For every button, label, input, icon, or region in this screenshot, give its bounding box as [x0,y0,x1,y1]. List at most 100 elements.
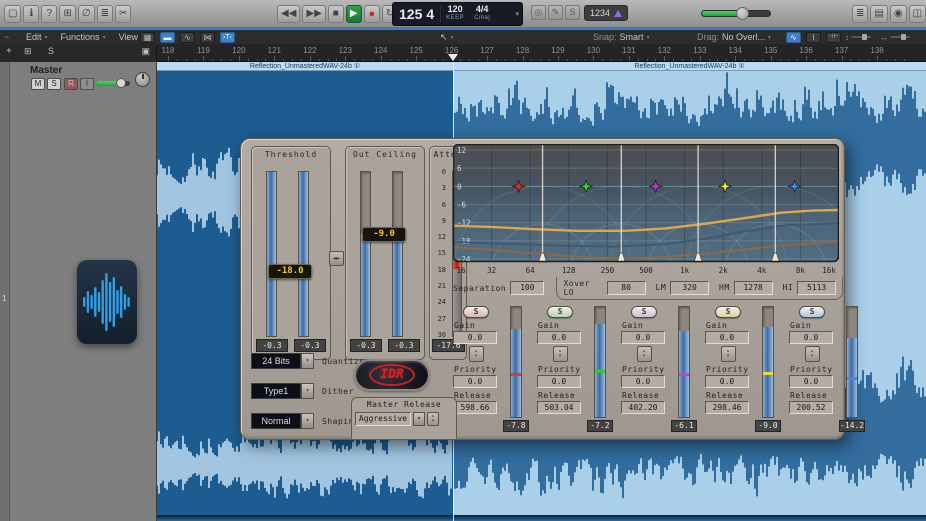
waveform-zoom-icon[interactable]: ∿ [786,32,801,43]
band-4-gain[interactable]: 0.0 [705,331,749,344]
band-5-gain[interactable]: 0.0 [789,331,833,344]
band-5-release[interactable]: 200.52 [789,401,833,414]
stop-button[interactable]: ■ [328,5,344,23]
input-monitor-button[interactable]: I [80,78,94,90]
playhead-marker[interactable] [448,54,458,61]
band-2-gain[interactable]: 0.0 [537,331,581,344]
cut-icon[interactable]: ✂ [115,5,131,23]
info-icon[interactable]: ℹ [23,5,39,23]
media-browser-icon[interactable]: ⊞ [59,5,75,23]
chevron-down-icon[interactable]: ▾ [301,413,314,429]
shaping-dropdown[interactable]: Normal▾ [251,413,314,429]
grid-view-icon[interactable]: ▦ [140,32,155,43]
band-3-gain[interactable]: 0.0 [621,331,665,344]
horizontal-zoom-slider[interactable]: ↔ [880,33,910,42]
band-2-gain-stepper[interactable]: ▴▾ [553,346,568,362]
record-button[interactable]: ● [364,5,380,23]
zero-crossing-icon[interactable]: ∅ [78,5,95,23]
volume-thumb[interactable] [736,7,749,20]
track-header-config-icon[interactable]: ▣ [141,46,150,57]
menu-functions[interactable]: Functions▾ [61,32,106,42]
multiband-graph[interactable]: 1260-6-12-18-241632641282505001k2k4k8k16… [453,144,839,276]
record-enable-button[interactable]: R [64,78,78,90]
link-faders-button[interactable]: ◄► [329,251,344,266]
catch-playhead-icon[interactable]: ›T‹ [220,32,235,43]
master-release-stepper[interactable]: ▴▾ [427,412,439,426]
monitor-icon[interactable]: ◫ [909,5,926,23]
band-3-release[interactable]: 402.20 [621,401,665,414]
band-4-priority[interactable]: 0.0 [705,375,749,388]
automation-icon[interactable]: ∿ [180,32,195,43]
solo-mode-button[interactable]: S [565,5,580,20]
drag-menu[interactable]: Drag: No Overl... ▾ [697,31,771,43]
auto-zoom-icon[interactable]: ⊣⊢ [826,32,841,43]
slider-thumb[interactable] [901,34,906,40]
band-1-priority[interactable]: 0.0 [453,375,497,388]
ceiling-value-left[interactable]: -0.3 [350,339,382,352]
band-4-gain-stepper[interactable]: ▴▾ [721,346,736,362]
solo-off-button[interactable]: S [48,46,54,56]
band-3-gain-stepper[interactable]: ▴▾ [637,346,652,362]
lcd-chevron-icon[interactable]: ▾ [515,10,522,18]
band-1-marker[interactable] [511,373,521,376]
band-4-marker[interactable] [763,372,773,375]
vertical-zoom-slider[interactable]: ↕ [845,33,871,42]
link-icon[interactable]: ⌁ [4,31,9,43]
band-1-gain-stepper[interactable]: ▴▾ [469,346,484,362]
pointer-tool-menu[interactable]: ↖ ▾ [440,31,454,43]
band-1-gain[interactable]: 0.0 [453,331,497,344]
play-button[interactable]: ▶ [346,5,362,23]
mute-button[interactable]: M [31,78,45,90]
rewind-button[interactable]: ◀◀ [277,5,300,23]
band-5-marker[interactable] [847,377,857,380]
add-track-button[interactable]: + [6,46,12,57]
band-5-solo-button[interactable]: S [799,306,825,318]
band-4-solo-button[interactable]: S [715,306,741,318]
regions-view-icon[interactable]: ▬ [160,32,175,43]
band-3-marker[interactable] [679,373,689,376]
solo-button[interactable]: S [47,78,61,90]
tuner-icon[interactable]: ◎ [531,5,546,20]
band-2-marker[interactable] [595,370,605,373]
menu-edit[interactable]: Edit▾ [26,32,48,42]
snap-menu[interactable]: Snap: Smart ▾ [593,31,650,43]
xover-field-3[interactable]: 1278 [734,281,773,295]
notepad-icon[interactable]: ▤ [870,5,887,23]
band-5-priority[interactable]: 0.0 [789,375,833,388]
mixer-icon[interactable]: ≣ [97,5,113,23]
band-3-solo-button[interactable]: S [631,306,657,318]
forward-button[interactable]: ▶▶ [302,5,325,23]
duplicate-track-icon[interactable]: ⊞ [24,46,32,57]
quantize-dropdown[interactable]: 24 Bits▾ [251,353,314,369]
bar-ruler[interactable]: 1181191201211221231241251261271281291301… [157,44,926,62]
help-icon[interactable]: ? [41,5,57,23]
band-5-gain-stepper[interactable]: ▴▾ [805,346,820,362]
chevron-down-icon[interactable]: ▾ [301,383,314,399]
counter-display[interactable]: 1234 [584,5,628,21]
ceiling-fader[interactable]: -9.0 [362,227,406,242]
slider-thumb[interactable] [862,34,867,40]
track-name[interactable]: Master [30,65,62,76]
flex-icon[interactable]: ⋈ [200,32,215,43]
pan-knob[interactable] [135,72,150,87]
threshold-fader[interactable]: -18.0 [268,264,312,279]
separation-field[interactable]: 100 [510,281,544,295]
band-2-priority[interactable]: 0.0 [537,375,581,388]
user-icon[interactable]: ◉ [890,5,907,23]
dither-dropdown[interactable]: Type1▾ [251,383,314,399]
display-icon[interactable]: ▢ [4,5,21,23]
ceiling-value-right[interactable]: -0.3 [388,339,420,352]
lcd-display[interactable]: 125 4 120 KEEP 4/4 Cmaj ▾ [392,2,523,26]
region-name-bar[interactable]: Reflection_UnmasteredWAV-24b ① [453,62,926,71]
track-volume-thumb[interactable] [116,78,126,88]
threshold-value-right[interactable]: -0.3 [294,339,326,352]
band-1-release[interactable]: 598.66 [453,401,497,414]
track-volume-slider[interactable] [96,81,130,86]
master-release-value[interactable]: Aggressive [355,412,411,426]
xover-field-4[interactable]: 5113 [797,281,836,295]
band-2-solo-button[interactable]: S [547,306,573,318]
list-icon[interactable]: ≣ [852,5,868,23]
marquee-icon[interactable]: I [806,32,821,43]
chevron-down-icon[interactable]: ▾ [413,412,425,426]
region-name-bar[interactable]: Reflection_UnmasteredWAV-24b ① [157,62,453,71]
